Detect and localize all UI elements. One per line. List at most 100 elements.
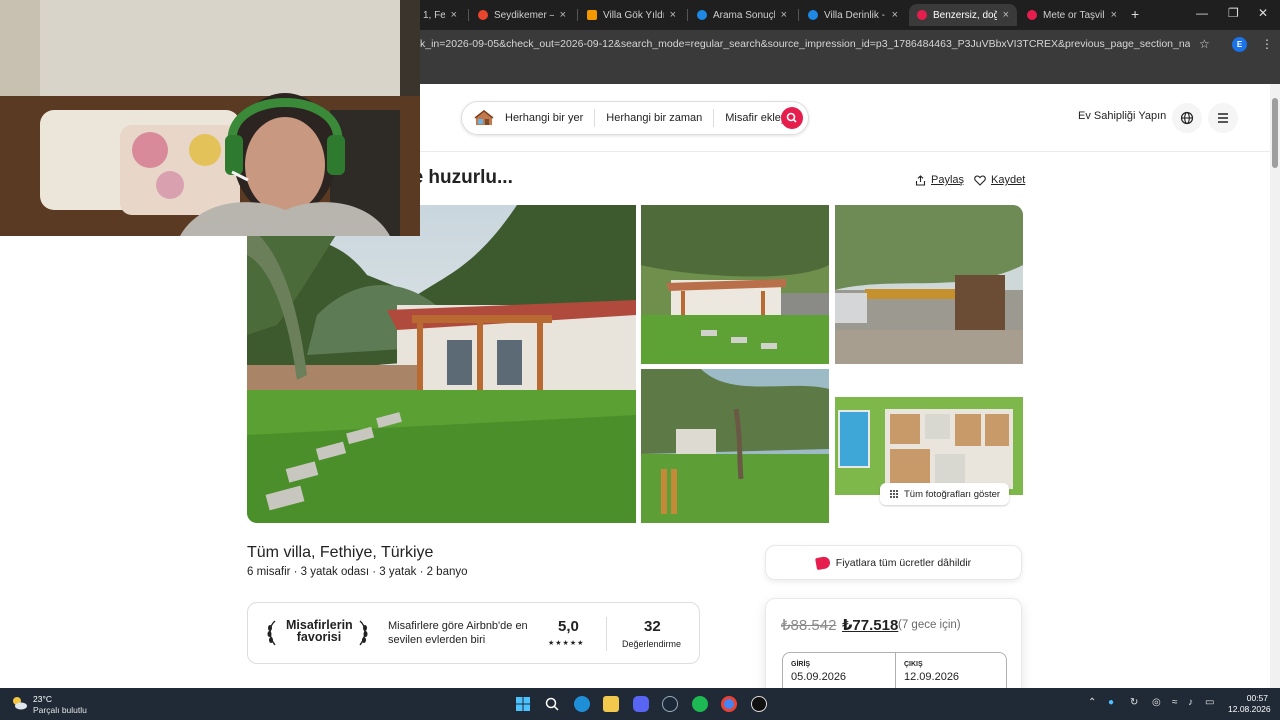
language-button[interactable] bbox=[1172, 103, 1202, 133]
tab-separator bbox=[468, 9, 469, 21]
tab-label: Arama Sonuçları bbox=[713, 9, 775, 21]
tab-5[interactable]: Villa Derinlik - F × bbox=[800, 4, 906, 26]
scrollbar-thumb[interactable] bbox=[1272, 98, 1278, 168]
tab-label: Villa Gök Yıldızı bbox=[603, 9, 664, 21]
main-photo[interactable] bbox=[247, 205, 636, 523]
guest-favorite-card[interactable]: Misafirlerin favorisi Misafirlere göre A… bbox=[247, 602, 700, 664]
save-button[interactable]: Kaydet bbox=[974, 174, 1025, 186]
webcam-feed-image bbox=[0, 0, 420, 236]
tab-label: Villa Derinlik - F bbox=[824, 9, 886, 21]
file-explorer-icon[interactable] bbox=[603, 696, 619, 712]
windows-start-icon[interactable] bbox=[515, 696, 531, 712]
main-menu-button[interactable] bbox=[1208, 103, 1238, 133]
share-label: Paylaş bbox=[931, 174, 965, 186]
tab-close-icon[interactable]: × bbox=[781, 9, 787, 21]
tab-close-icon[interactable]: × bbox=[670, 9, 676, 21]
tab-close-icon[interactable]: × bbox=[892, 9, 898, 21]
tab-6-active[interactable]: Benzersiz, doğa × bbox=[909, 4, 1017, 26]
edge-browser-icon[interactable] bbox=[574, 696, 590, 712]
save-label: Kaydet bbox=[991, 174, 1026, 186]
tab-2[interactable]: Seydikemer — Y × bbox=[470, 4, 574, 26]
rating-value: 5,0 bbox=[558, 618, 579, 635]
gallery-photo-4[interactable] bbox=[641, 369, 829, 523]
show-all-photos-button[interactable]: Tüm fotoğrafları göster bbox=[880, 483, 1010, 505]
weather-partly-cloudy-icon[interactable] bbox=[10, 695, 28, 711]
globe-icon bbox=[808, 10, 818, 20]
obs-studio-icon[interactable] bbox=[751, 696, 767, 712]
gallery-photo-2[interactable] bbox=[641, 205, 829, 364]
tab-label: Mete or Taşvilla bbox=[1043, 9, 1105, 21]
checkout-field[interactable]: ÇIKIŞ 12.09.2026 bbox=[895, 653, 1007, 688]
checkin-label: GİRİŞ bbox=[791, 661, 811, 668]
page-scrollbar[interactable] bbox=[1270, 84, 1280, 688]
bookmark-star-icon[interactable]: ☆ bbox=[1199, 37, 1210, 51]
window-close-icon[interactable]: ✕ bbox=[1258, 6, 1268, 20]
clock-date: 12.08.2026 bbox=[1228, 704, 1271, 714]
volume-icon[interactable]: ♪ bbox=[1188, 697, 1193, 708]
tab-separator bbox=[687, 9, 688, 21]
new-tab-icon[interactable]: + bbox=[1131, 6, 1139, 22]
tab-close-icon[interactable]: × bbox=[560, 9, 566, 21]
nights-label: (7 gece için) bbox=[898, 619, 961, 631]
spotify-icon[interactable] bbox=[692, 696, 708, 712]
weather-description[interactable]: Parçalı bulutlu bbox=[33, 705, 87, 715]
house-icon bbox=[474, 110, 494, 125]
system-clock[interactable]: 00:57 12.08.2026 bbox=[1228, 693, 1271, 715]
checkin-value: 05.09.2026 bbox=[791, 671, 847, 683]
review-label[interactable]: Değerlendirme bbox=[622, 639, 681, 649]
tab-7[interactable]: Mete or Taşvilla × bbox=[1019, 4, 1125, 26]
date-picker[interactable]: GİRİŞ 05.09.2026 ÇIKIŞ 12.09.2026 bbox=[782, 652, 1007, 688]
battery-icon[interactable]: ▭ bbox=[1205, 697, 1214, 708]
minimize-icon[interactable]: — bbox=[1196, 6, 1208, 20]
search-where[interactable]: Herhangi bir yer bbox=[494, 109, 596, 127]
tab-label: 1, Fe bbox=[423, 9, 445, 21]
steam-icon[interactable] bbox=[662, 696, 678, 712]
checkin-field[interactable]: GİRİŞ 05.09.2026 bbox=[783, 653, 895, 688]
search-when[interactable]: Herhangi bir zaman bbox=[595, 109, 715, 127]
chrome-icon[interactable] bbox=[721, 696, 737, 712]
globe-icon bbox=[697, 10, 707, 20]
microphone-icon[interactable]: ◎ bbox=[1152, 697, 1161, 708]
tab-label: Benzersiz, doğa bbox=[933, 9, 997, 21]
review-count[interactable]: 32 bbox=[644, 618, 661, 635]
restore-icon[interactable]: ❐ bbox=[1228, 6, 1239, 20]
webcam-overlay bbox=[0, 0, 420, 236]
hamburger-menu-icon bbox=[1218, 113, 1228, 123]
tab-close-icon[interactable]: × bbox=[1003, 9, 1009, 21]
rating-stars: ★★★★★ bbox=[548, 640, 585, 647]
search-button[interactable] bbox=[781, 107, 803, 129]
tab-close-icon[interactable]: × bbox=[451, 9, 457, 21]
become-host-link[interactable]: Ev Sahipliği Yapın bbox=[1078, 110, 1166, 122]
fees-notice-label: Fiyatlara tüm ücretler dâhildir bbox=[835, 556, 972, 569]
tab-4[interactable]: Arama Sonuçları × bbox=[689, 4, 795, 26]
gallery-photo-3[interactable] bbox=[835, 205, 1023, 364]
sync-icon[interactable]: ↻ bbox=[1130, 697, 1138, 708]
guest-favorite-title: Misafirlerin favorisi bbox=[286, 618, 353, 644]
discounted-price[interactable]: ₺77.518 bbox=[842, 616, 898, 634]
listing-subtitle: Tüm villa, Fethiye, Türkiye bbox=[247, 544, 434, 561]
tab-close-icon[interactable]: × bbox=[1111, 9, 1117, 21]
globe-icon bbox=[1180, 111, 1194, 125]
show-all-label: Tüm fotoğrafları göster bbox=[904, 488, 1001, 500]
clock-time: 00:57 bbox=[1246, 693, 1268, 703]
checkout-label: ÇIKIŞ bbox=[904, 661, 923, 668]
laurel-right-icon bbox=[359, 620, 368, 646]
guest-favorite-description: Misafirlere göre Airbnb'de en sevilen ev… bbox=[388, 620, 528, 646]
chevron-up-icon[interactable]: ⌃ bbox=[1088, 697, 1096, 708]
wifi-icon[interactable]: ≈ bbox=[1172, 697, 1178, 708]
menu-kebab-icon[interactable]: ⋮ bbox=[1261, 37, 1273, 51]
tab-separator bbox=[577, 9, 578, 21]
grid-dots-icon bbox=[890, 490, 898, 498]
profile-avatar[interactable]: E bbox=[1232, 37, 1247, 52]
search-icon[interactable] bbox=[544, 696, 560, 712]
map-pin-icon bbox=[478, 10, 488, 20]
search-bar[interactable]: Herhangi bir yer Herhangi bir zaman Misa… bbox=[461, 101, 809, 135]
tab-3[interactable]: Villa Gök Yıldızı × bbox=[579, 4, 684, 26]
tab-1[interactable]: 1, Fe × bbox=[415, 4, 465, 26]
discord-icon[interactable] bbox=[633, 696, 649, 712]
booking-card: ₺88.542 ₺77.518 (7 gece için) GİRİŞ 05.0… bbox=[765, 598, 1022, 688]
share-button[interactable]: Paylaş bbox=[915, 174, 964, 186]
url-text[interactable]: k_in=2026-09-05&check_out=2026-09-12&sea… bbox=[420, 38, 1190, 50]
app-tray-icon[interactable]: ● bbox=[1108, 697, 1114, 708]
weather-temperature[interactable]: 23°C bbox=[33, 694, 52, 704]
